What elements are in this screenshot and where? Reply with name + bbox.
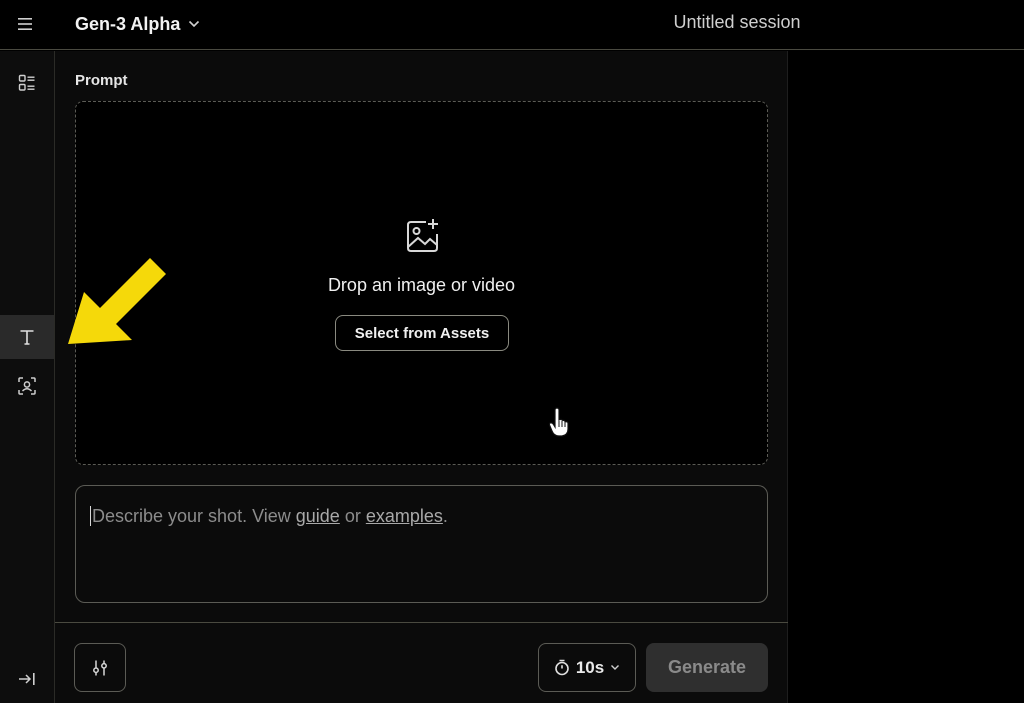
- left-rail: [0, 51, 55, 703]
- chevron-down-icon: [189, 20, 200, 28]
- guide-link[interactable]: guide: [296, 506, 340, 526]
- footer-divider: [55, 622, 788, 623]
- yellow-arrow-annotation: [68, 258, 166, 344]
- select-from-assets-button[interactable]: Select from Assets: [335, 315, 509, 351]
- settings-button[interactable]: [74, 643, 126, 692]
- timer-icon: [555, 659, 569, 676]
- image-plus-icon: [407, 219, 438, 252]
- rail-text-button[interactable]: [0, 315, 54, 359]
- hand-cursor-icon: [548, 407, 569, 437]
- menu-button[interactable]: [10, 9, 40, 39]
- placeholder-prefix: Describe your shot. View: [92, 506, 296, 526]
- model-name: Gen-3 Alpha: [75, 13, 181, 34]
- duration-selector[interactable]: 10s: [538, 643, 636, 692]
- session-title[interactable]: Untitled session: [560, 12, 914, 33]
- grid-list-icon: [18, 74, 35, 91]
- duration-value: 10s: [575, 657, 605, 677]
- prompt-text-input[interactable]: Describe your shot. View guide or exampl…: [75, 485, 768, 603]
- arrow-to-right-icon: [19, 673, 35, 685]
- top-bar: Gen-3 Alpha Untitled session: [0, 0, 1024, 50]
- rail-face-button[interactable]: [0, 364, 54, 408]
- rail-expand-button[interactable]: [0, 657, 54, 701]
- placeholder-or: or: [339, 506, 366, 526]
- face-scan-icon: [18, 377, 36, 395]
- examples-link[interactable]: examples: [366, 506, 443, 526]
- rail-assets-button[interactable]: [0, 61, 54, 105]
- menu-icon: [18, 18, 32, 30]
- placeholder-suffix: .: [442, 506, 448, 526]
- prompt-label: Prompt: [75, 72, 128, 89]
- prompt-panel: Prompt Drop an image or video Select fro…: [55, 51, 788, 703]
- prompt-placeholder: Describe your shot. View guide or exampl…: [90, 506, 448, 527]
- chevron-down-icon: [611, 665, 620, 670]
- sliders-icon: [93, 660, 107, 675]
- text-caret: [90, 506, 91, 526]
- model-selector[interactable]: Gen-3 Alpha: [75, 11, 200, 37]
- text-t-icon: [20, 330, 34, 345]
- generate-button[interactable]: Generate: [646, 643, 768, 692]
- app-root: Gen-3 Alpha Untitled session Prompt Drop…: [0, 0, 1024, 703]
